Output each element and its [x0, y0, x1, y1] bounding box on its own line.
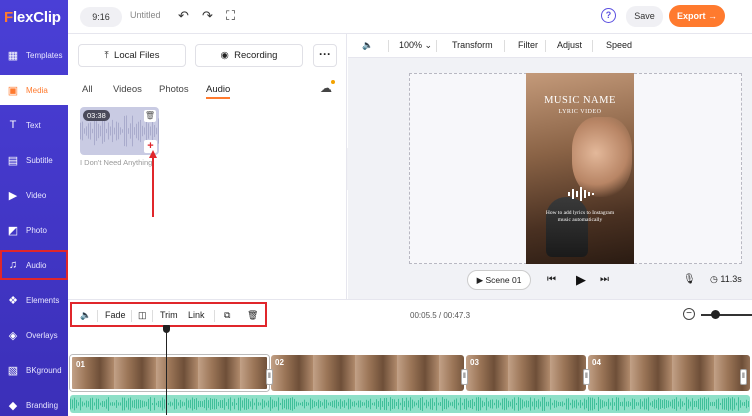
previous-icon[interactable]: ⏮: [547, 274, 556, 285]
link-button[interactable]: Link: [188, 310, 205, 320]
notification-dot: [331, 80, 335, 84]
volume-icon[interactable]: 🔈: [362, 40, 373, 51]
annotation-arrow: [149, 150, 157, 217]
sidebar-item-photo[interactable]: ◩ Photo: [0, 215, 68, 245]
text-icon: T: [9, 119, 17, 131]
sidebar-item-audio[interactable]: ♫ Audio: [0, 250, 68, 280]
sidebar-item-templates[interactable]: ▦ Templates: [0, 40, 68, 70]
timeline-toolbar: 🔈 Fade ◫ Trim Link ⧉ 🗑 00:05.5 / 00:47.3…: [68, 299, 752, 331]
duration-badge: 03:38: [83, 110, 110, 121]
overlays-icon: ◈: [8, 329, 18, 342]
clock-icon: ◷: [710, 274, 718, 284]
elements-icon: ❖: [8, 294, 18, 307]
split-icon[interactable]: ◫: [138, 310, 147, 321]
delete-icon[interactable]: 🗑: [247, 310, 258, 321]
tab-all[interactable]: All: [82, 84, 93, 95]
sound-wave-icon: [568, 187, 594, 201]
tab-photos[interactable]: Photos: [159, 84, 189, 95]
undo-icon[interactable]: ↶: [178, 8, 189, 24]
sidebar-item-overlays[interactable]: ◈ Overlays: [0, 320, 68, 350]
tab-audio[interactable]: Audio: [206, 84, 231, 99]
tab-videos[interactable]: Videos: [113, 84, 142, 95]
sidebar-item-branding[interactable]: ◆ Branding: [0, 390, 68, 416]
top-bar: 9:16 Untitled ↶ ↷ ⛶ ? Save Export →: [68, 0, 752, 34]
audio-item-card[interactable]: 03:38 🗑 +: [80, 107, 159, 155]
video-preview[interactable]: MUSIC NAME LYRIC VIDEO How to add lyrics…: [526, 73, 634, 264]
sidebar-item-video[interactable]: ▶ Video: [0, 180, 68, 210]
microphone-icon[interactable]: 🎙: [683, 274, 696, 285]
video-title-text: MUSIC NAME: [544, 95, 616, 106]
next-icon[interactable]: ⏭: [600, 274, 609, 285]
transition-handle[interactable]: ‖: [583, 369, 590, 385]
redo-icon[interactable]: ↷: [202, 8, 213, 24]
audio-edit-tools: 🔈 Fade ◫ Trim Link ⧉ 🗑: [70, 302, 267, 327]
zoom-select[interactable]: 100% ⌄: [399, 40, 432, 51]
filter-button[interactable]: Filter: [518, 40, 538, 50]
scene-duration: ◷ 11.3s: [710, 274, 742, 284]
video-subtitle-text: LYRIC VIDEO: [558, 109, 602, 115]
zoom-slider[interactable]: [701, 314, 752, 316]
video-icon: ▶: [8, 189, 18, 202]
fade-button[interactable]: Fade: [105, 310, 126, 320]
scene-selector[interactable]: ▶ Scene 01: [467, 270, 531, 290]
timeline: 01 02 03 04 ‖ ‖ ‖ ‖: [68, 325, 752, 416]
playhead[interactable]: [166, 325, 167, 415]
speed-button[interactable]: Speed: [606, 40, 632, 50]
templates-icon: ▦: [7, 49, 19, 62]
photo-icon: ◩: [7, 224, 19, 237]
media-icon: ▣: [7, 84, 19, 97]
project-title[interactable]: Untitled: [130, 10, 161, 20]
transform-button[interactable]: Transform: [452, 40, 493, 50]
media-panel: ⤒ Local Files ◉ Recording ··· All Videos…: [68, 34, 347, 299]
preview-area: 🔈 100% ⌄ Transform Filter Adjust Speed M…: [348, 34, 752, 299]
subtitle-icon: ▤: [7, 154, 19, 167]
sidebar-item-text[interactable]: T Text: [0, 110, 68, 140]
sidebar-item-subtitle[interactable]: ▤ Subtitle: [0, 145, 68, 175]
singer-image: [572, 117, 632, 197]
fullscreen-icon[interactable]: ⛶: [226, 8, 235, 24]
timeline-clip-03[interactable]: 03: [466, 355, 586, 391]
transition-handle[interactable]: ‖: [740, 369, 747, 385]
transition-handle[interactable]: ‖: [266, 369, 273, 385]
trash-icon[interactable]: 🗑: [144, 110, 156, 122]
sidebar-item-elements[interactable]: ❖ Elements: [0, 285, 68, 315]
audio-track[interactable]: [70, 395, 750, 413]
flexclip-logo[interactable]: FlexClip: [4, 9, 61, 26]
playhead-handle[interactable]: [163, 325, 170, 333]
local-files-button[interactable]: ⤒ Local Files: [78, 44, 186, 67]
timeline-clip-04[interactable]: 04: [588, 355, 750, 391]
adjust-button[interactable]: Adjust: [557, 40, 582, 50]
upload-icon: ⤒: [104, 50, 109, 61]
transition-handle[interactable]: ‖: [461, 369, 468, 385]
trim-button[interactable]: Trim: [160, 310, 178, 320]
recording-button[interactable]: ◉ Recording: [195, 44, 303, 67]
help-icon[interactable]: ?: [601, 8, 616, 23]
export-button[interactable]: Export →: [669, 5, 725, 27]
zoom-out-icon[interactable]: −: [683, 308, 695, 320]
play-icon[interactable]: ▶: [576, 272, 586, 288]
branding-icon: ◆: [8, 399, 18, 412]
video-description-text: How to add lyrics to Instagram music aut…: [545, 210, 615, 223]
audio-waveform: [70, 397, 749, 411]
music-note-icon: ♫: [8, 259, 18, 271]
timeline-clip-01[interactable]: 01: [70, 355, 269, 391]
microphone-image: [546, 197, 588, 257]
play-small-icon: ▶: [476, 275, 484, 285]
save-button[interactable]: Save: [626, 6, 663, 27]
more-options-button[interactable]: ···: [313, 44, 337, 67]
timeline-clip-02[interactable]: 02: [271, 355, 464, 391]
sidebar-item-media[interactable]: ▣ Media: [0, 75, 68, 105]
volume-icon[interactable]: 🔈: [80, 310, 91, 321]
zoom-slider-handle[interactable]: [711, 310, 720, 319]
sidebar: FlexClip ▦ Templates ▣ Media T Text ▤ Subtit…: [0, 0, 68, 416]
background-icon: ▧: [7, 364, 19, 377]
cloud-off-icon[interactable]: ☁: [320, 81, 332, 95]
record-icon: ◉: [220, 50, 229, 61]
duplicate-icon[interactable]: ⧉: [224, 310, 230, 321]
preview-toolbar: 🔈 100% ⌄ Transform Filter Adjust Speed: [348, 34, 752, 58]
aspect-ratio-button[interactable]: 9:16: [80, 7, 122, 27]
sidebar-item-bkground[interactable]: ▧ BKground: [0, 355, 68, 385]
timeline-time: 00:05.5 / 00:47.3: [410, 311, 471, 320]
